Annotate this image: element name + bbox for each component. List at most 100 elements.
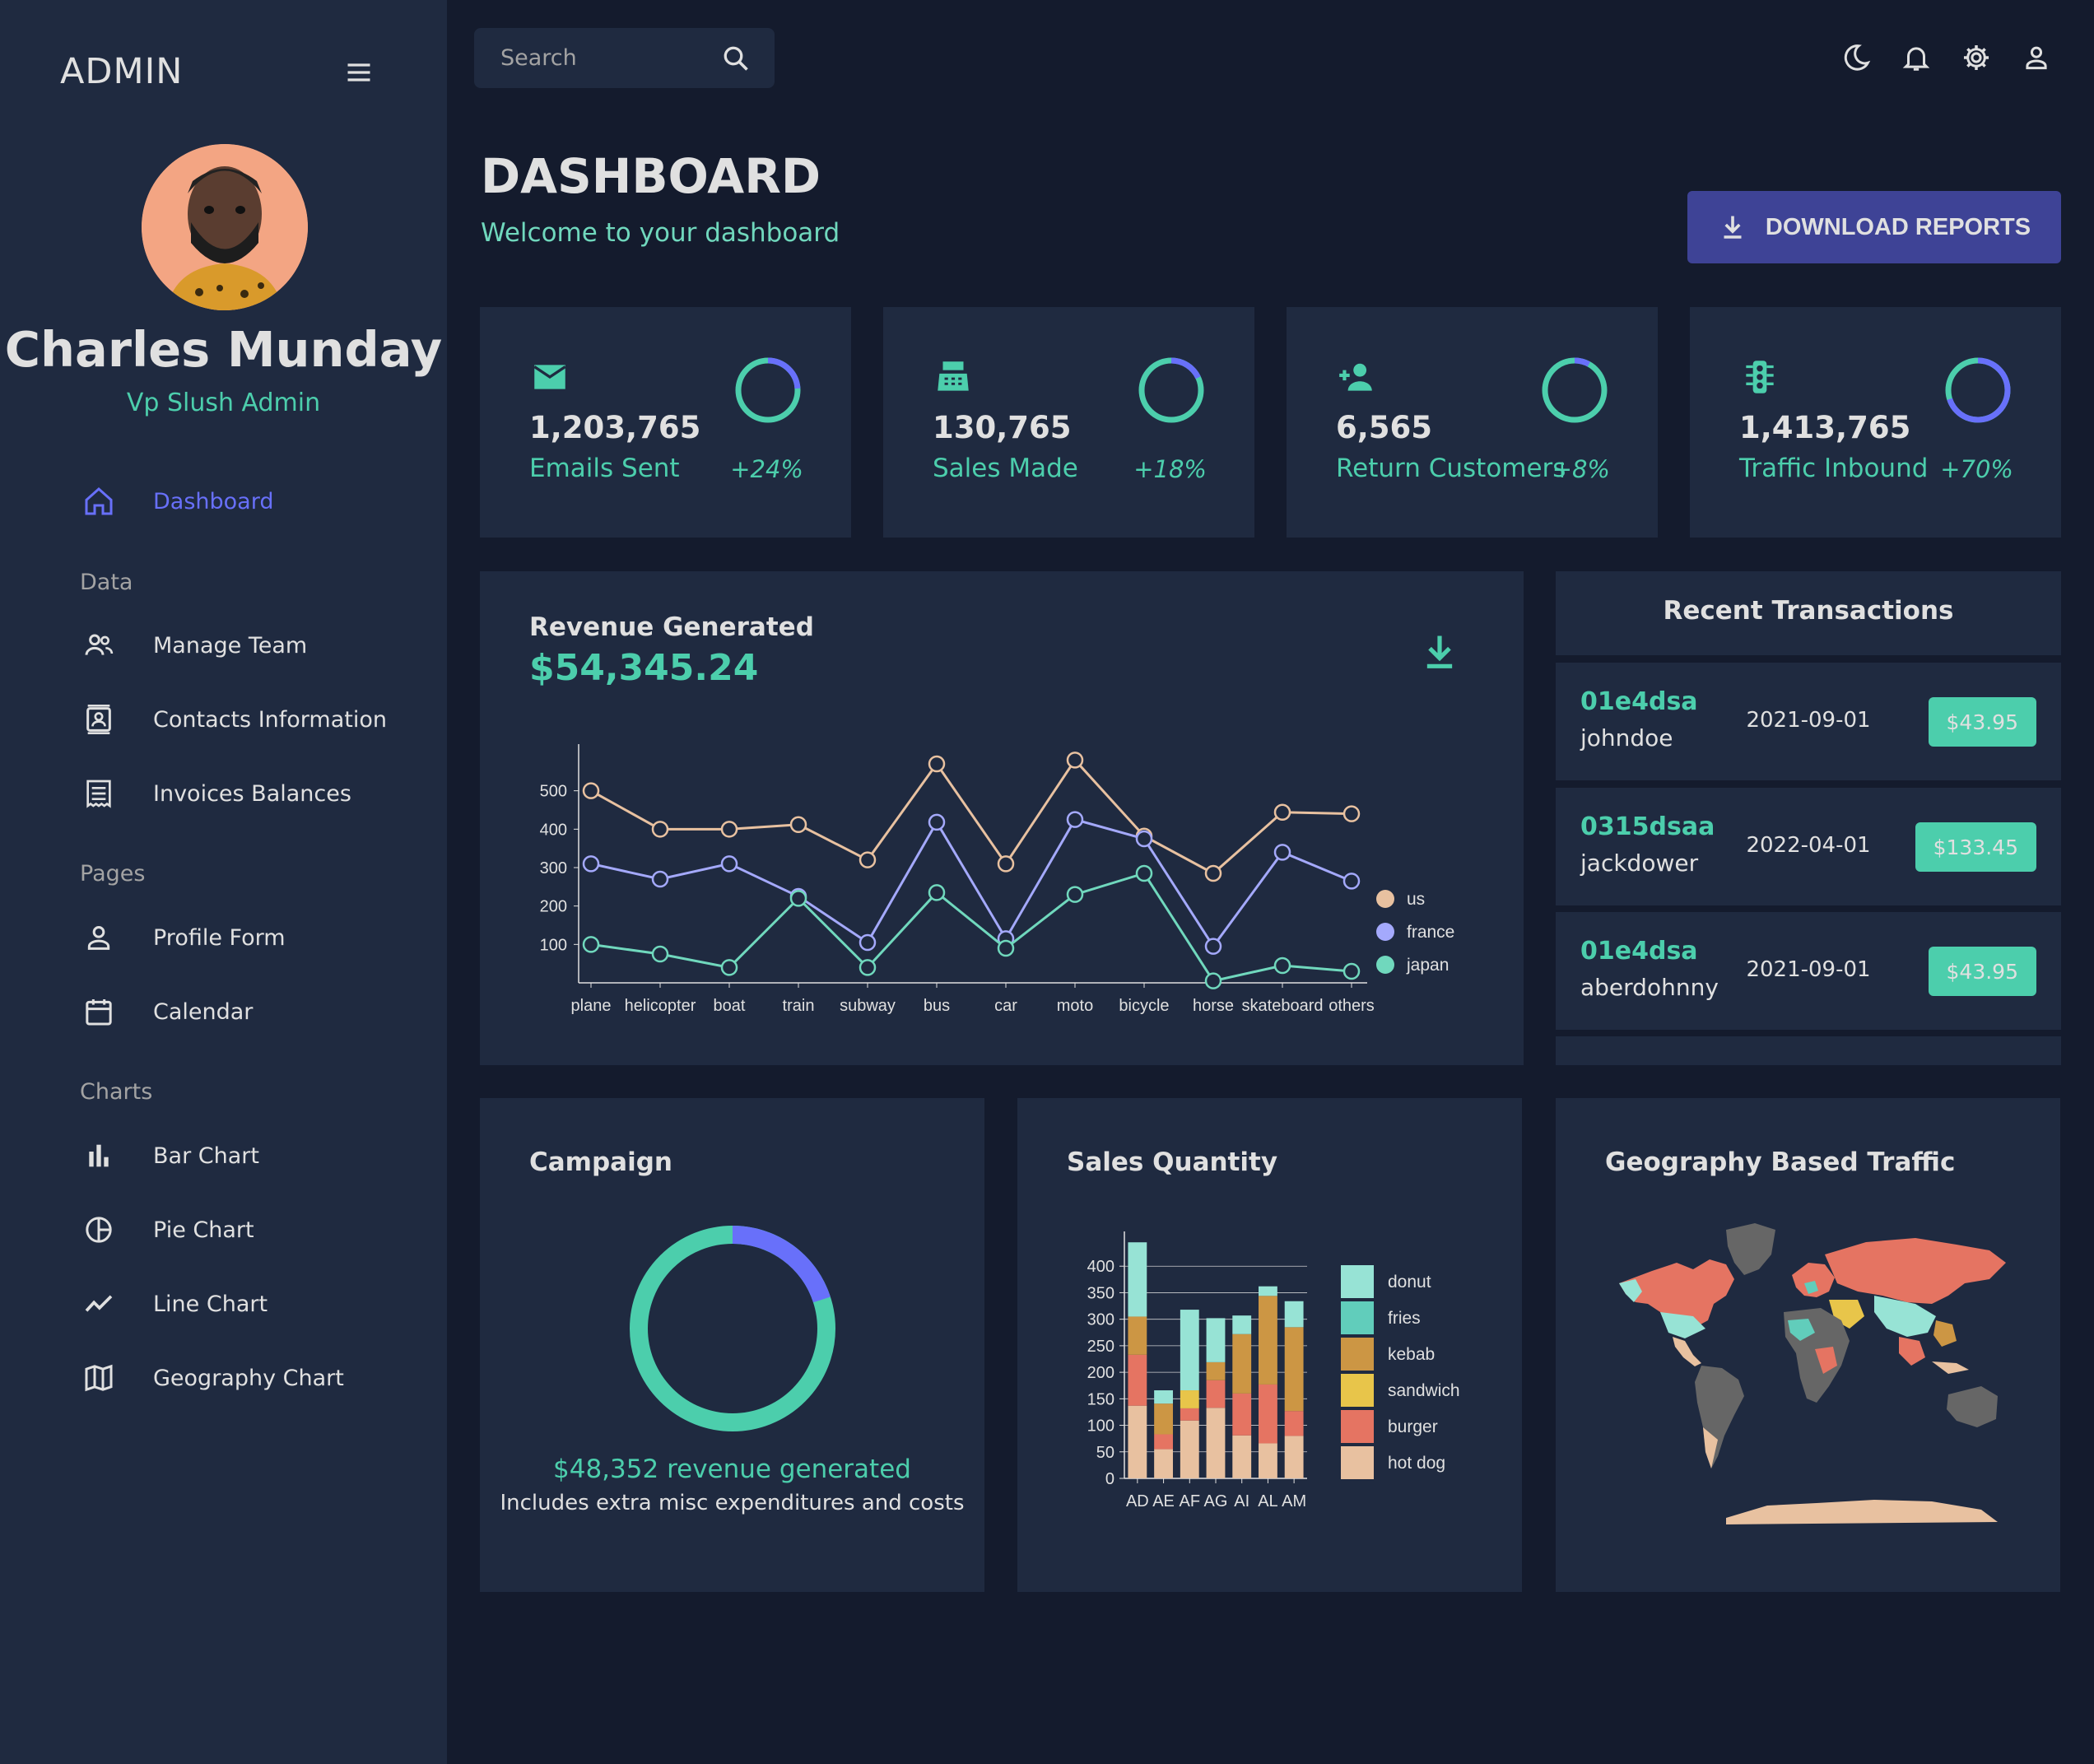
data-point [1342,873,1361,890]
data-point [1135,830,1153,848]
bar-segment [1154,1403,1173,1435]
data-point [651,945,669,963]
world-map [1619,1223,2006,1524]
avatar [142,144,308,310]
notifications-icon[interactable] [1896,37,1937,78]
legend-swatch [1376,923,1394,941]
section-label-pages: Pages [80,861,146,887]
x-tick-label: AE [1152,1492,1175,1510]
sidebar-item-pie-chart[interactable]: Pie Chart [82,1201,412,1259]
pie-chart-icon [82,1213,137,1246]
transaction-row[interactable]: 01e4dsa aberdohnny 2021-09-01 $43.95 [1556,912,2061,1030]
download-reports-label: DOWNLOAD REPORTS [1765,213,2031,240]
bar-segment [1206,1380,1226,1408]
y-tick-label: 100 [540,936,567,954]
transaction-row-partial [1556,1036,2061,1065]
person-icon[interactable] [2016,37,2057,78]
x-tick-label: horse [1193,997,1234,1015]
transactions-title: Recent Transactions [1663,596,1954,626]
sidebar-item-calendar[interactable]: Calendar [82,983,412,1040]
search-icon[interactable] [713,35,759,81]
x-tick-label: AM [1282,1492,1306,1510]
sidebar-item-contacts[interactable]: Contacts Information [82,691,412,748]
bar-segment [1180,1420,1199,1478]
data-point [651,870,669,888]
bar-segment [1259,1443,1277,1478]
legend-label: france [1407,923,1454,942]
sidebar-item-line-chart[interactable]: Line Chart [82,1275,412,1333]
sidebar-item-dashboard[interactable]: Dashboard [82,472,412,530]
sidebar-item-manage-team[interactable]: Manage Team [82,617,412,674]
legend-label: fries [1388,1309,1421,1328]
receipt-icon [82,777,137,810]
bar-segment [1284,1301,1304,1328]
stat-label: Emails Sent [529,454,680,483]
series-line-japan [590,872,1352,983]
y-tick-label: 350 [1087,1284,1114,1302]
data-point [1273,956,1291,975]
legend-swatch [1376,956,1394,974]
transaction-row[interactable]: 01e4dsa johndoe 2021-09-01 $43.95 [1556,663,2061,780]
user-role: Vp Slush Admin [126,389,321,417]
page-title: DASHBOARD [481,148,821,204]
map-icon [82,1361,137,1394]
stat-increase: +18% [1133,455,1207,483]
data-point [720,855,738,873]
bar-segment [1259,1286,1277,1296]
x-tick-label: AD [1126,1492,1149,1510]
y-tick-label: 150 [1087,1390,1114,1408]
sidebar-item-invoices[interactable]: Invoices Balances [82,765,412,822]
sales-quantity-card: Sales Quantity 0 50 100 150 200 250 300 350 400 A… [1017,1098,1522,1592]
calendar-icon [82,995,137,1028]
download-reports-button[interactable]: DOWNLOAD REPORTS [1687,191,2061,263]
bar-segment [1259,1296,1277,1385]
section-label-data: Data [80,570,133,595]
x-tick-label: skateboard [1242,997,1324,1015]
legend-swatch [1341,1301,1374,1334]
legend-label: hot dog [1388,1454,1445,1473]
user-name: Charles Munday [4,321,443,378]
settings-icon[interactable] [1956,37,1997,78]
point-of-sale-icon [938,361,969,391]
sidebar-item-label: Invoices Balances [153,780,351,807]
data-point [720,959,738,976]
data-point [928,813,946,831]
y-tick-label: 50 [1096,1444,1114,1462]
page-subtitle: Welcome to your dashboard [481,218,840,248]
data-point [997,939,1015,957]
bar-segment [1232,1393,1252,1436]
bar-segment [1154,1434,1173,1450]
progress-ring [1542,357,1608,423]
dark-mode-icon[interactable] [1836,37,1877,78]
traffic-icon [1746,361,1774,393]
sidebar-item-label: Bar Chart [153,1143,259,1169]
revenue-line-chart: 100 200 300 400 500 plane helicopter boat train s… [540,744,1454,1015]
stat-card-customers: 6,565 Return Customers +8% [1287,307,1658,538]
sidebar-item-bar-chart[interactable]: Bar Chart [82,1127,412,1185]
sidebar-item-label: Calendar [153,998,254,1025]
sidebar-item-label: Dashboard [153,488,274,514]
menu-icon[interactable] [344,58,374,87]
legend-label: sandwich [1388,1381,1460,1400]
y-tick-label: 100 [1087,1417,1114,1436]
sidebar-item-label: Geography Chart [153,1365,344,1391]
campaign-title: Campaign [529,1147,672,1177]
geography-title: Geography Based Traffic [1605,1147,1956,1177]
stat-label: Sales Made [933,454,1078,483]
data-point [997,855,1015,873]
data-point [582,936,600,953]
legend-swatch [1341,1410,1374,1443]
data-point [1273,803,1291,821]
search-input[interactable] [474,45,713,71]
sidebar-item-geography-chart[interactable]: Geography Chart [82,1349,412,1407]
legend-swatch [1341,1338,1374,1371]
data-point [720,821,738,838]
bar-segment [1284,1327,1304,1412]
transaction-cost-badge: $43.95 [1928,697,2036,747]
sidebar-item-profile-form[interactable]: Profile Form [82,909,412,966]
bar-segment [1128,1354,1147,1406]
data-point [1273,844,1291,861]
transaction-row[interactable]: 0315dsaa jackdower 2022-04-01 $133.45 [1556,788,2061,905]
x-tick-label: car [994,997,1017,1015]
people-icon [82,629,137,662]
